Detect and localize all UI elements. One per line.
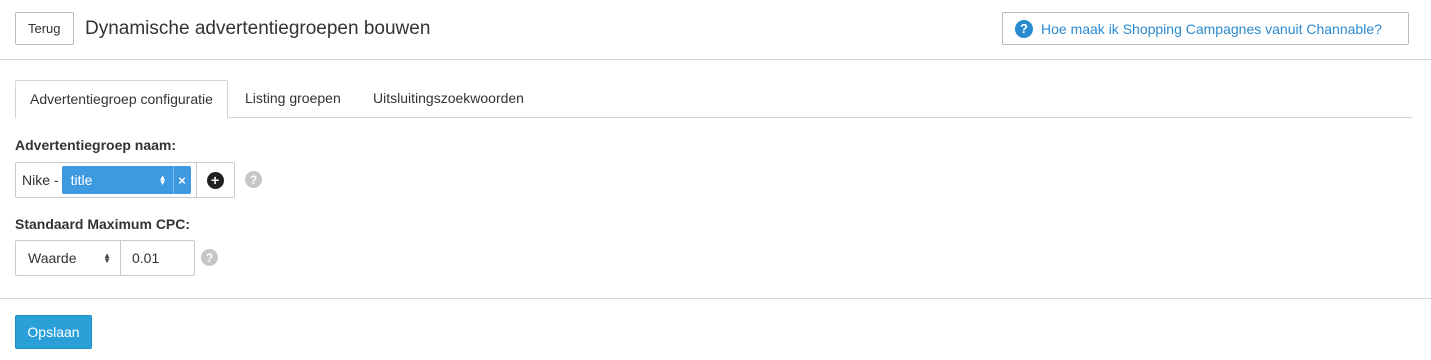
ad-group-name-builder: Nike - title ▲ ▼ × +	[15, 162, 235, 198]
footer-divider	[0, 298, 1431, 299]
sort-arrows-icon: ▲ ▼	[103, 251, 111, 265]
name-token: title ▲ ▼ ×	[61, 166, 191, 194]
tab-uitsluitingszoekwoorden[interactable]: Uitsluitingszoekwoorden	[359, 80, 538, 118]
ad-group-name-label: Advertentiegroep naam:	[15, 137, 177, 153]
add-token-button[interactable]: +	[195, 162, 235, 198]
ad-group-name-field[interactable]: Nike - title ▲ ▼ ×	[15, 162, 196, 198]
token-field-select[interactable]: title ▲ ▼	[62, 172, 173, 188]
help-question-icon[interactable]: ?	[245, 171, 262, 188]
page-header: Terug Dynamische advertentiegroepen bouw…	[0, 0, 1431, 60]
help-link-button[interactable]: ? Hoe maak ik Shopping Campagnes vanuit …	[1002, 12, 1409, 45]
tab-advertentiegroep-configuratie[interactable]: Advertentiegroep configuratie	[15, 80, 228, 119]
remove-token-button[interactable]: ×	[172, 166, 191, 194]
tab-listing-groepen[interactable]: Listing groepen	[231, 80, 355, 118]
name-prefix-text: Nike -	[22, 172, 59, 188]
max-cpc-label: Standaard Maximum CPC:	[15, 216, 191, 232]
back-button[interactable]: Terug	[15, 12, 74, 45]
tab-bar: Advertentiegroep configuratie Listing gr…	[15, 80, 1412, 119]
max-cpc-group: Waarde ▲ ▼	[15, 240, 195, 276]
token-field-value: title	[70, 172, 93, 188]
question-circle-icon: ?	[1015, 19, 1033, 38]
close-icon: ×	[178, 172, 186, 188]
cpc-amount-input[interactable]	[120, 240, 195, 276]
sort-arrows-icon: ▲ ▼	[158, 173, 167, 187]
page-title: Dynamische advertentiegroepen bouwen	[85, 18, 431, 39]
cpc-type-value: Waarde	[28, 250, 77, 266]
help-question-icon[interactable]: ?	[201, 249, 218, 266]
cpc-type-select[interactable]: Waarde ▲ ▼	[15, 240, 120, 276]
help-link-label: Hoe maak ik Shopping Campagnes vanuit Ch…	[1041, 20, 1382, 37]
save-button[interactable]: Opslaan	[15, 315, 92, 349]
plus-circle-icon: +	[206, 171, 224, 189]
